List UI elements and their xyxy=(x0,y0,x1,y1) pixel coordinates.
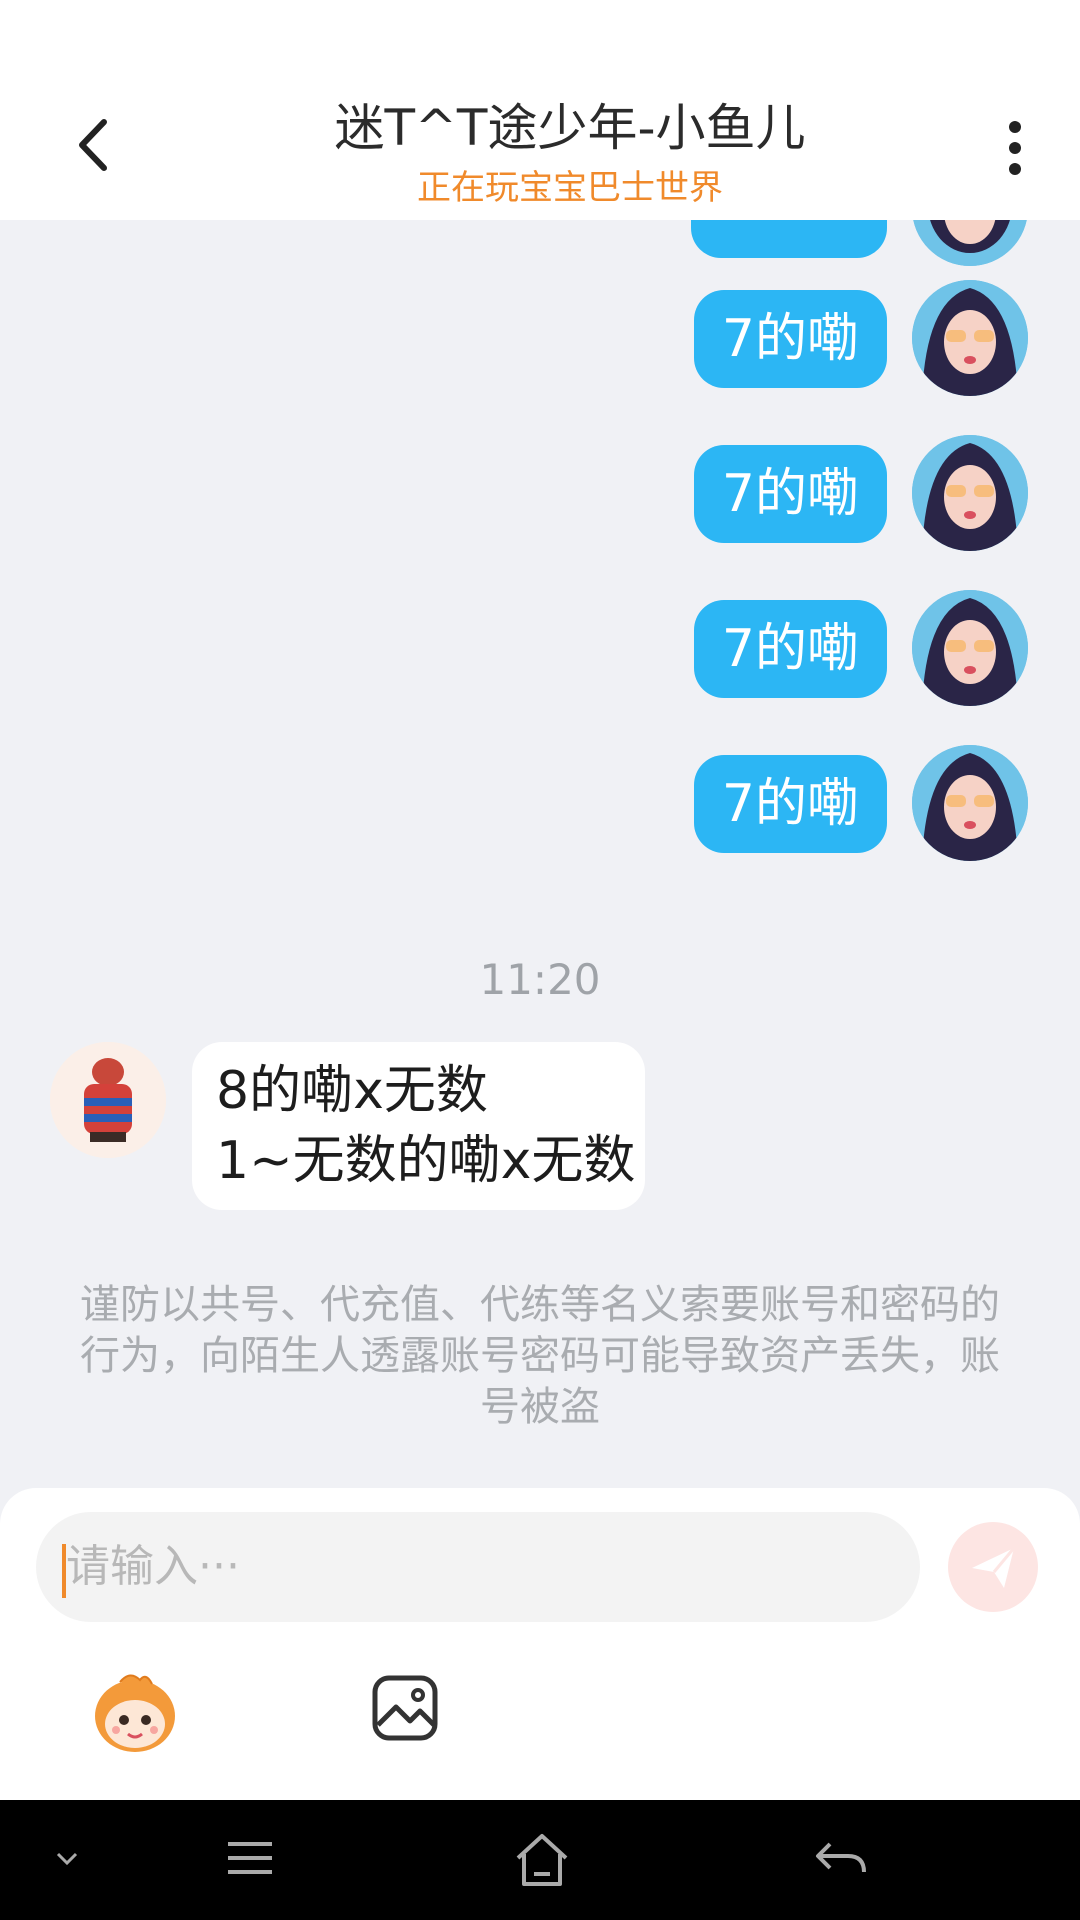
message-line: 1~无数的嘞x无数 xyxy=(216,1131,636,1191)
avatar-image xyxy=(912,745,1028,861)
message-bubble-outgoing[interactable] xyxy=(691,220,887,258)
text-caret xyxy=(62,1544,66,1598)
menu-nav-button[interactable] xyxy=(222,1830,278,1890)
home-nav-button[interactable] xyxy=(512,1830,572,1894)
message-bubble-incoming[interactable]: 8的嘞x无数 1~无数的嘞x无数 xyxy=(192,1042,645,1210)
message-composer: 请输入··· xyxy=(0,1488,1080,1800)
more-options-button[interactable] xyxy=(990,115,1040,185)
message-timestamp: 11:20 xyxy=(479,955,601,1004)
chat-status: 正在玩宝宝巴士世界 xyxy=(417,168,723,208)
back-nav-button[interactable] xyxy=(810,1830,870,1894)
chat-header: 迷T^T途少年-小鱼儿 正在玩宝宝巴士世界 xyxy=(0,70,1080,220)
chevron-down-icon xyxy=(56,1852,78,1866)
back-arrow-icon xyxy=(816,1842,866,1873)
chevron-left-icon xyxy=(79,119,107,171)
message-bubble-outgoing[interactable]: 7的嘞 xyxy=(693,445,887,543)
message-bubble-outgoing[interactable]: 7的嘞 xyxy=(693,755,887,853)
home-icon xyxy=(516,1834,568,1886)
avatar-self[interactable] xyxy=(912,435,1028,551)
image-icon xyxy=(372,1675,438,1741)
system-navigation-bar xyxy=(0,1800,1080,1920)
avatar-self[interactable] xyxy=(912,220,1028,266)
avatar-self[interactable] xyxy=(912,745,1028,861)
message-line: 8的嘞x无数 xyxy=(216,1061,488,1121)
avatar-image xyxy=(912,280,1028,396)
hide-nav-button[interactable] xyxy=(50,1842,84,1880)
send-button[interactable] xyxy=(948,1522,1038,1612)
message-bubble-outgoing[interactable]: 7的嘞 xyxy=(693,600,887,698)
avatar-contact[interactable] xyxy=(50,1042,166,1158)
avatar-image xyxy=(912,590,1028,706)
avatar-self[interactable] xyxy=(912,280,1028,396)
avatar-image xyxy=(50,1042,166,1158)
more-vertical-icon xyxy=(1009,121,1021,175)
avatar-image xyxy=(912,435,1028,551)
emoji-mascot-icon xyxy=(95,1674,175,1752)
chat-title: 迷T^T途少年-小鱼儿 xyxy=(334,99,806,157)
send-icon xyxy=(972,1547,1016,1588)
image-button[interactable] xyxy=(370,1673,440,1743)
back-button[interactable] xyxy=(60,110,130,180)
message-list[interactable]: 7的嘞 7的嘞 7的嘞 7的嘞 11:20 8的嘞x无数 1~无数的嘞x无数 谨… xyxy=(0,220,1080,1490)
message-input[interactable]: 请输入··· xyxy=(36,1512,920,1622)
status-bar xyxy=(0,0,1080,70)
avatar-image xyxy=(912,220,1028,266)
emoji-button[interactable] xyxy=(90,1668,180,1758)
avatar-self[interactable] xyxy=(912,590,1028,706)
message-bubble-outgoing[interactable]: 7的嘞 xyxy=(693,290,887,388)
menu-icon xyxy=(228,1842,272,1874)
security-notice: 谨防以共号、代充值、代练等名义索要账号和密码的行为，向陌生人透露账号密码可能导致… xyxy=(80,1282,1000,1430)
